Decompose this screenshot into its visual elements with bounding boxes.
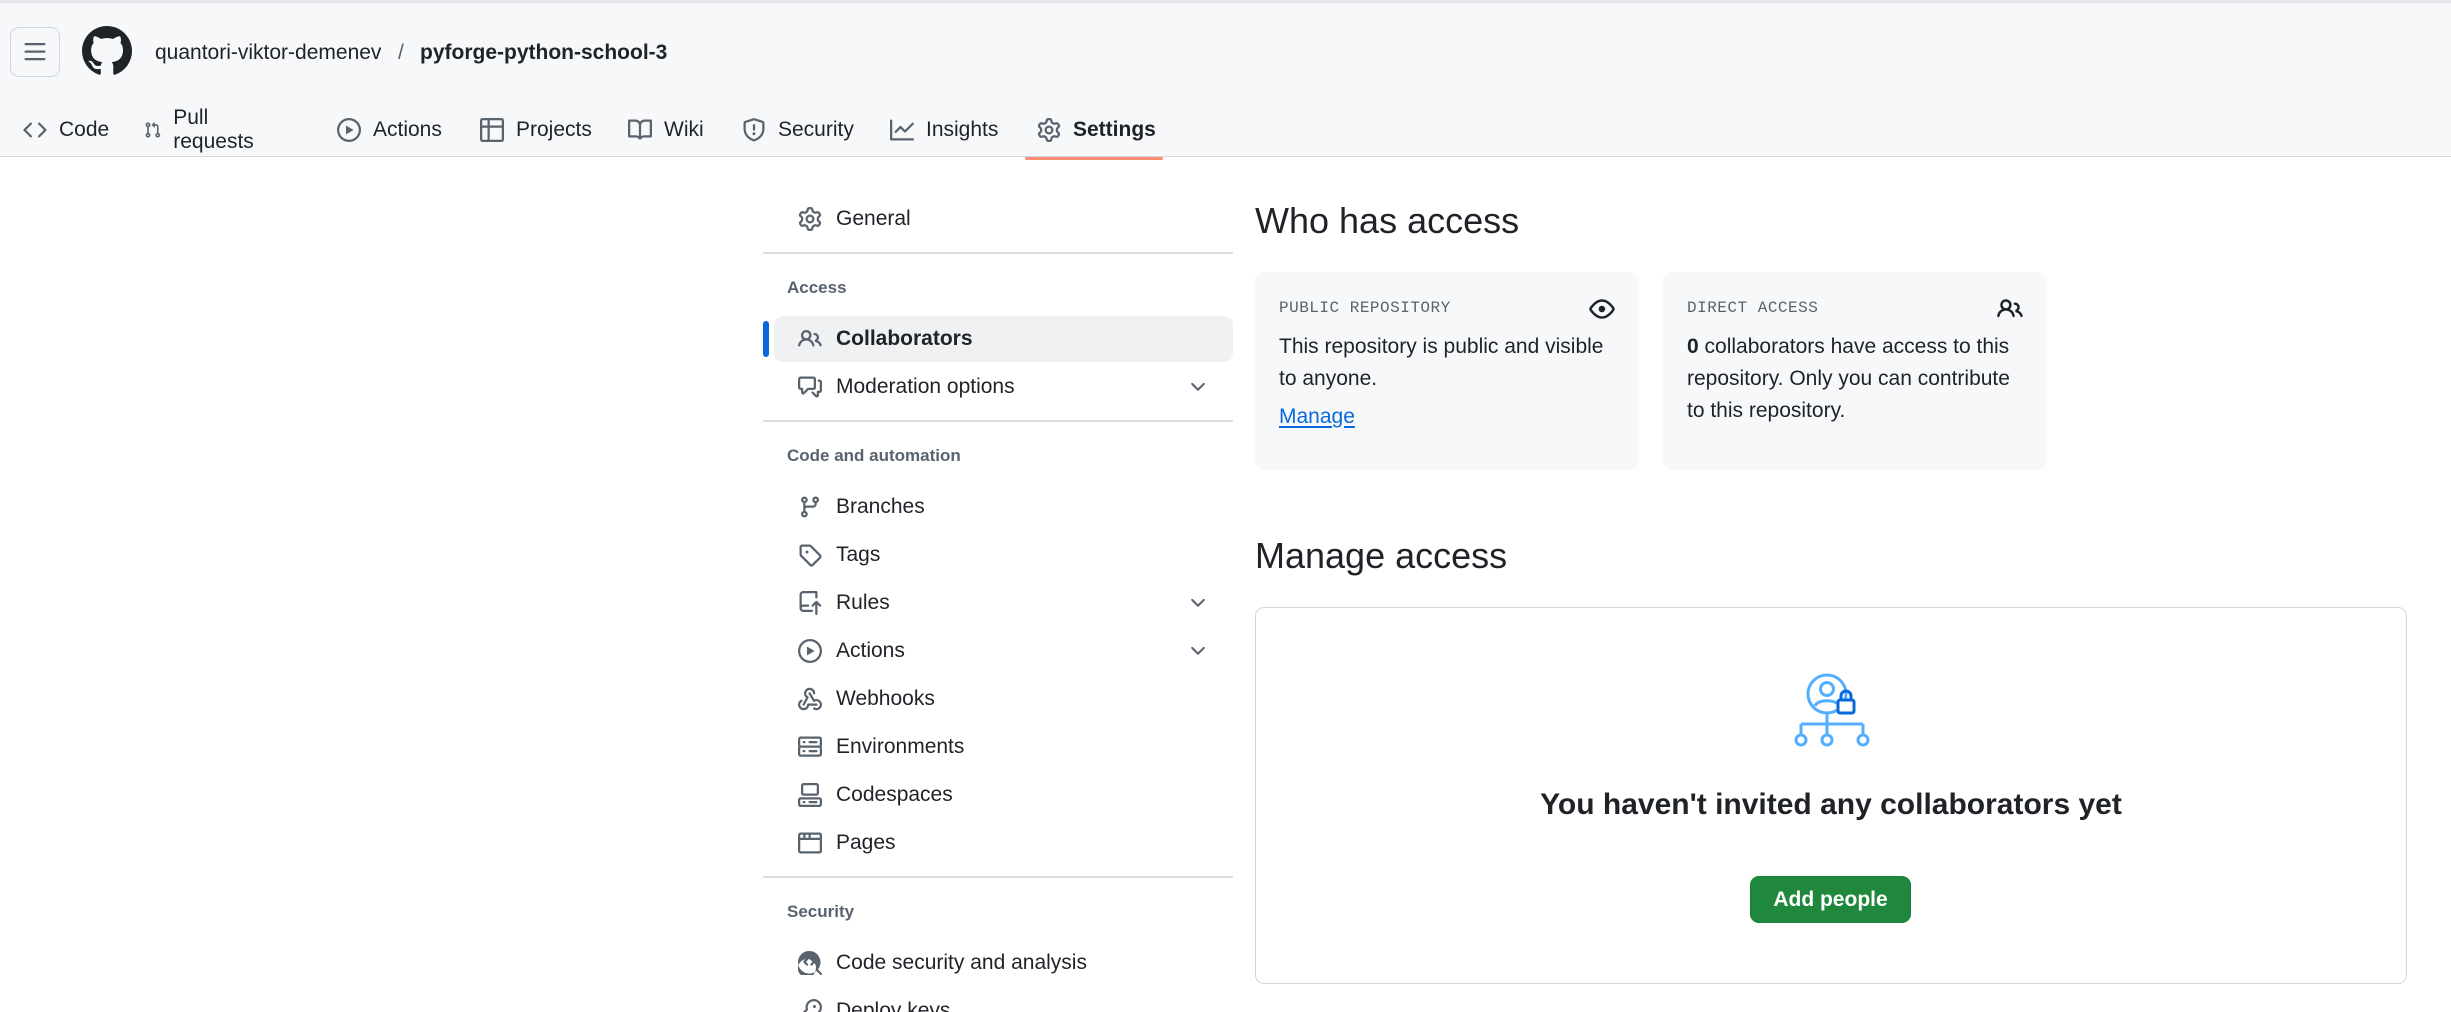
sidebar-item-collaborators[interactable]: Collaborators (774, 316, 1233, 362)
sidebar-item-codespaces[interactable]: Codespaces (774, 772, 1233, 818)
tab-pull-requests[interactable]: Pull requests (144, 101, 261, 159)
sidebar-heading-access: Access (787, 278, 847, 297)
repo-push-icon (799, 591, 822, 615)
browser-icon (798, 832, 822, 854)
manage-access-title: Manage access (1255, 535, 1508, 576)
codescan-icon (798, 951, 822, 975)
sidebar-item-label: Actions (836, 639, 905, 662)
public-repository-card: PUBLIC REPOSITORY This repository is pub… (1255, 272, 1639, 470)
git-branch-icon (800, 496, 819, 518)
tag-icon (799, 544, 822, 567)
sidebar-item-code-security[interactable]: Code security and analysis (774, 940, 1233, 986)
gear-icon (798, 207, 822, 231)
sidebar-item-environments[interactable]: Environments (774, 724, 1233, 770)
tab-label: Code (59, 118, 110, 141)
card-label: DIRECT ACCESS (1687, 299, 1819, 317)
manage-visibility-link[interactable]: Manage (1279, 405, 1355, 429)
app-header: quantori-viktor-demenev / pyforge-python… (0, 0, 2451, 160)
sidebar-item-deploy-keys[interactable]: Deploy keys (774, 988, 1233, 1012)
play-icon (798, 639, 822, 663)
sidebar-item-label: Codespaces (836, 783, 953, 806)
sidebar-item-general[interactable]: General (774, 196, 1233, 242)
sidebar-item-label: Pages (836, 831, 896, 854)
sidebar-item-label: Collaborators (836, 327, 973, 350)
sidebar-item-label: Tags (836, 543, 881, 566)
card-text: 0 collaborators have access to this repo… (1687, 331, 2023, 427)
comment-discussion-icon (798, 376, 822, 398)
direct-access-card: DIRECT ACCESS 0 collaborators have acces… (1663, 272, 2047, 470)
key-icon (802, 999, 822, 1012)
github-logo-icon[interactable] (82, 26, 132, 76)
tab-settings[interactable]: Settings (1037, 101, 1156, 159)
divider (763, 876, 1233, 878)
breadcrumb-owner[interactable]: quantori-viktor-demenev (155, 39, 381, 67)
empty-state-title: You haven't invited any collaborators ye… (1540, 788, 2122, 821)
people-icon (798, 329, 822, 347)
tab-code[interactable]: Code (23, 101, 109, 159)
tab-security[interactable]: Security (742, 101, 854, 159)
direct-access-text: collaborators have access to this reposi… (1687, 335, 2010, 422)
chevron-down-icon[interactable] (1187, 592, 1209, 614)
divider (763, 252, 1233, 254)
chevron-down-icon[interactable] (1187, 640, 1209, 662)
sidebar-item-label: Webhooks (836, 687, 935, 710)
selected-tab-indicator (1025, 157, 1163, 160)
sidebar-item-label: General (836, 207, 911, 230)
hamburger-icon (24, 43, 46, 61)
sidebar-item-webhooks[interactable]: Webhooks (774, 676, 1233, 722)
sidebar-item-actions[interactable]: Actions (774, 628, 1233, 674)
tab-wiki[interactable]: Wiki (628, 101, 704, 159)
gear-icon (1037, 118, 1061, 142)
sidebar-item-label: Code security and analysis (836, 951, 1087, 974)
graph-icon (890, 119, 914, 141)
play-icon (337, 118, 361, 142)
tab-label: Projects (516, 118, 592, 141)
sidebar-item-label: Rules (836, 591, 890, 614)
sidebar-item-label: Deploy keys (836, 999, 951, 1012)
sidebar-heading-code-automation: Code and automation (787, 446, 961, 465)
sidebar-heading-security: Security (787, 902, 855, 921)
sidebar-item-moderation[interactable]: Moderation options (774, 364, 1233, 410)
who-has-access-title: Who has access (1255, 200, 1520, 241)
card-label: PUBLIC REPOSITORY (1279, 299, 1451, 317)
breadcrumb-separator: / (398, 41, 404, 64)
server-icon (798, 736, 822, 757)
book-icon (628, 119, 652, 140)
git-pull-request-icon (145, 122, 161, 138)
tab-label: Settings (1073, 118, 1156, 141)
shield-icon (743, 118, 765, 142)
sidebar-item-label: Environments (836, 735, 965, 758)
tab-projects[interactable]: Projects (480, 101, 592, 159)
sidebar-item-label: Moderation options (836, 375, 1015, 398)
manage-access-box: You haven't invited any collaborators ye… (1255, 607, 2407, 984)
webhook-icon (798, 687, 822, 711)
eye-icon (1589, 299, 1615, 319)
menu-button[interactable] (10, 27, 60, 77)
add-people-button[interactable]: Add people (1750, 876, 1911, 923)
tab-label: Security (778, 118, 854, 141)
tab-actions[interactable]: Actions (337, 101, 442, 159)
tab-label: Pull requests (173, 106, 254, 153)
sidebar-item-tags[interactable]: Tags (774, 532, 1233, 578)
tab-label: Wiki (664, 118, 704, 141)
table-icon (480, 118, 504, 142)
card-text: This repository is public and visible to… (1279, 335, 1604, 390)
chevron-down-icon[interactable] (1187, 376, 1209, 398)
divider (763, 420, 1233, 422)
sidebar-item-branches[interactable]: Branches (774, 484, 1233, 530)
person-lock-icon (1794, 673, 1870, 747)
tab-insights[interactable]: Insights (890, 101, 998, 159)
collaborator-count: 0 (1687, 335, 1699, 358)
tab-label: Insights (926, 118, 999, 141)
sidebar-item-rules[interactable]: Rules (774, 580, 1233, 626)
breadcrumb-repo[interactable]: pyforge-python-school-3 (420, 39, 667, 67)
sidebar-item-label: Branches (836, 495, 925, 518)
tab-label: Actions (373, 118, 442, 141)
active-indicator (763, 321, 769, 357)
code-icon (23, 122, 47, 138)
sidebar-item-pages[interactable]: Pages (774, 820, 1233, 866)
people-icon (1997, 299, 2023, 318)
codespaces-icon (798, 783, 822, 807)
